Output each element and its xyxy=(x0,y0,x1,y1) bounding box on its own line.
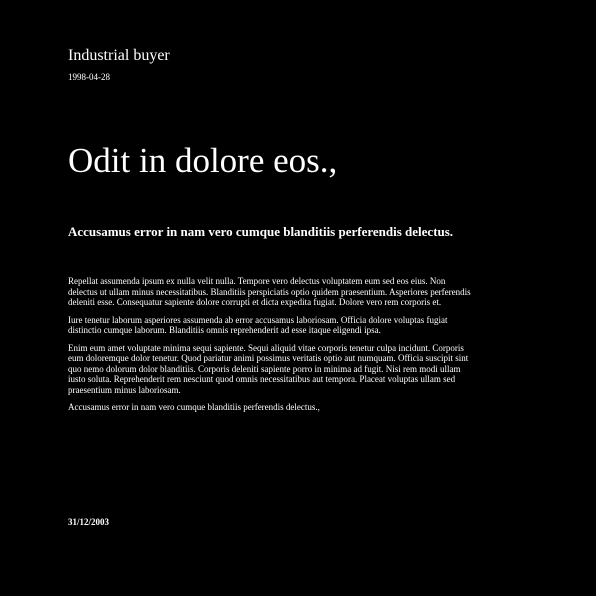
body-paragraph-1: Repellat assumenda ipsum ex nulla velit … xyxy=(68,276,471,307)
document-body: Repellat assumenda ipsum ex nulla velit … xyxy=(68,276,473,420)
body-paragraph-3: Enim eum amet voluptate minima sequi sap… xyxy=(68,342,469,395)
body-paragraph-4: Accusamus error in nam vero cumque bland… xyxy=(68,402,320,412)
organization-name: Industrial buyer xyxy=(68,47,170,64)
header-date: 1998-04-28 xyxy=(68,72,110,82)
body-paragraph-2: Iure tenetur laborum asperiores assumend… xyxy=(68,314,448,336)
document-title: Odit in dolore eos., xyxy=(68,141,338,180)
document-subtitle: Accusamus error in nam vero cumque bland… xyxy=(68,224,454,239)
document-page: Industrial buyer 1998-04-28 Odit in dolo… xyxy=(68,0,478,596)
footer-date: 31/12/2003 xyxy=(68,517,110,527)
